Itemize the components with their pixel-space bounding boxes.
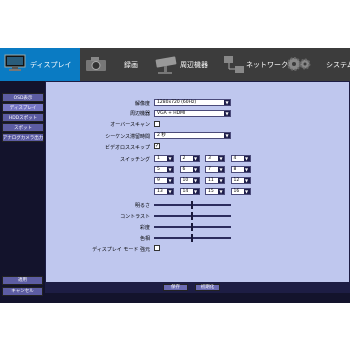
display-mode-checkbox[interactable] bbox=[154, 245, 160, 251]
switching-channel-select[interactable]: 6 ▼ bbox=[179, 166, 200, 173]
tab-peripheral[interactable]: 周辺機器 bbox=[148, 48, 218, 81]
switching-channel-select[interactable]: 5 ▼ bbox=[154, 166, 174, 173]
switching-channel-value: 16 bbox=[233, 189, 240, 194]
switching-channel-select[interactable]: 4 ▼ bbox=[230, 155, 251, 162]
tab-network[interactable]: ネットワーク bbox=[218, 48, 288, 81]
contrast-slider-thumb[interactable] bbox=[191, 212, 193, 220]
tab-label: ディスプレイ bbox=[30, 61, 72, 69]
sidebar-item-hdd-spot[interactable]: HDDスポット bbox=[2, 113, 44, 122]
tab-label: 録画 bbox=[124, 61, 138, 69]
video-loss-skip-label: ビデオロススキップ bbox=[104, 145, 150, 151]
tab-label: システム bbox=[326, 61, 350, 69]
sequence-dwell-label: シーケンス滞留時間 bbox=[105, 134, 150, 140]
gears-icon bbox=[286, 54, 312, 76]
dropdown-arrow-icon: ▼ bbox=[218, 167, 224, 172]
switching-channel-value: 5 bbox=[157, 167, 160, 172]
switching-channel-select[interactable]: 3 ▼ bbox=[205, 155, 225, 162]
switching-channel-value: 1 bbox=[157, 156, 160, 161]
switching-channel-select[interactable]: 7 ▼ bbox=[205, 166, 225, 173]
dropdown-arrow-icon: ▼ bbox=[192, 156, 199, 161]
color-slider-thumb[interactable] bbox=[191, 234, 193, 242]
sequence-dwell-select[interactable]: 2 秒 ▼ bbox=[154, 132, 231, 139]
resolution-label: 解像度 bbox=[134, 101, 150, 107]
overscan-checkbox[interactable] bbox=[154, 121, 160, 127]
switching-channel-value: 7 bbox=[208, 167, 211, 172]
switching-channel-select[interactable]: 13 ▼ bbox=[154, 188, 174, 195]
sidebar-item-analog-out[interactable]: アナログカメラ出力 bbox=[2, 133, 44, 142]
dropdown-arrow-icon: ▼ bbox=[167, 178, 173, 183]
dropdown-arrow-icon: ▼ bbox=[192, 167, 199, 172]
sidebar-item-spot[interactable]: スポット bbox=[2, 123, 44, 132]
dropdown-arrow-icon: ▼ bbox=[192, 178, 199, 183]
switching-label: スイッチング bbox=[119, 157, 150, 163]
switching-channel-select[interactable]: 14 ▼ bbox=[179, 188, 200, 195]
switching-channel-select[interactable]: 2 ▼ bbox=[179, 155, 200, 162]
tab-display[interactable]: ディスプレイ bbox=[0, 48, 80, 81]
dropdown-arrow-icon: ▼ bbox=[218, 178, 224, 183]
camera-icon bbox=[84, 54, 108, 76]
switching-channel-value: 2 bbox=[182, 156, 186, 161]
monitor-icon bbox=[4, 54, 26, 74]
cancel-button[interactable]: キャンセル bbox=[2, 287, 43, 296]
switching-channel-value: 14 bbox=[182, 189, 189, 194]
dropdown-arrow-icon: ▼ bbox=[192, 189, 199, 194]
brightness-label: 明るさ bbox=[134, 203, 150, 209]
dropdown-arrow-icon: ▼ bbox=[243, 178, 250, 183]
dropdown-arrow-icon: ▼ bbox=[218, 156, 224, 161]
switching-channel-value: 9 bbox=[157, 178, 160, 183]
switching-channel-select[interactable]: 12 ▼ bbox=[230, 177, 251, 184]
switching-channel-select[interactable]: 10 ▼ bbox=[179, 177, 200, 184]
tab-system[interactable]: システム bbox=[282, 48, 350, 81]
video-loss-skip-checkbox[interactable]: ✓ bbox=[154, 143, 160, 149]
apply-button[interactable]: 適用 bbox=[2, 276, 43, 285]
cctv-camera-icon bbox=[152, 54, 180, 78]
switching-channel-value: 10 bbox=[182, 178, 189, 183]
reset-button[interactable]: 初期化 bbox=[195, 284, 220, 291]
resolution-select[interactable]: 1280x720 (60Hz) ▼ bbox=[154, 99, 231, 106]
dropdown-arrow-icon: ▼ bbox=[243, 189, 250, 194]
tab-label: 周辺機器 bbox=[180, 61, 208, 69]
dropdown-arrow-icon: ▼ bbox=[167, 189, 173, 194]
sequence-dwell-value: 2 秒 bbox=[157, 133, 166, 138]
sidebar-item-osd[interactable]: OSD表示 bbox=[2, 93, 44, 102]
switching-channel-select[interactable]: 9 ▼ bbox=[154, 177, 174, 184]
contrast-label: コントラスト bbox=[120, 214, 150, 220]
tab-bar: ディスプレイ 録画 周辺機器 ネットワーク システム bbox=[0, 48, 350, 81]
peripheral-select[interactable]: VGA + HDMI ▼ bbox=[154, 110, 231, 117]
peripheral-label: 周辺機器 bbox=[129, 111, 150, 117]
dropdown-arrow-icon: ▼ bbox=[218, 189, 224, 194]
switching-channel-value: 11 bbox=[208, 178, 214, 183]
hue-slider-thumb[interactable] bbox=[191, 223, 193, 231]
overscan-label: オーバースキャン bbox=[110, 122, 150, 128]
switching-channel-value: 3 bbox=[208, 156, 211, 161]
peripheral-value: VGA + HDMI bbox=[157, 111, 186, 116]
switching-channel-select[interactable]: 1 ▼ bbox=[154, 155, 174, 162]
switching-channel-value: 15 bbox=[208, 189, 214, 194]
network-icon bbox=[222, 54, 246, 78]
dropdown-arrow-icon: ▼ bbox=[224, 100, 230, 105]
switching-channel-select[interactable]: 11 ▼ bbox=[205, 177, 225, 184]
dropdown-arrow-icon: ▼ bbox=[243, 156, 250, 161]
color-label: 色相 bbox=[139, 236, 150, 242]
switching-channel-value: 4 bbox=[233, 156, 237, 161]
resolution-value: 1280x720 (60Hz) bbox=[157, 100, 197, 105]
switching-channel-value: 12 bbox=[233, 178, 240, 183]
switching-channel-select[interactable]: 15 ▼ bbox=[205, 188, 225, 195]
switching-channel-value: 8 bbox=[233, 167, 237, 172]
switching-channel-select[interactable]: 8 ▼ bbox=[230, 166, 251, 173]
dropdown-arrow-icon: ▼ bbox=[167, 156, 173, 161]
switching-channel-value: 13 bbox=[157, 189, 163, 194]
dropdown-arrow-icon: ▼ bbox=[224, 111, 230, 116]
save-button[interactable]: 保存 bbox=[163, 284, 188, 291]
sidebar-item-display[interactable]: ディスプレイ bbox=[2, 103, 44, 112]
dropdown-arrow-icon: ▼ bbox=[167, 167, 173, 172]
dropdown-arrow-icon: ▼ bbox=[224, 133, 230, 138]
display-mode-label: ディスプレイ モード 強元 bbox=[92, 247, 150, 253]
switching-channel-select[interactable]: 16 ▼ bbox=[230, 188, 251, 195]
hue-label: 彩度 bbox=[139, 225, 150, 231]
brightness-slider-thumb[interactable] bbox=[191, 201, 193, 209]
tab-record[interactable]: 録画 bbox=[80, 48, 148, 81]
switching-channel-value: 6 bbox=[182, 167, 186, 172]
dropdown-arrow-icon: ▼ bbox=[243, 167, 250, 172]
